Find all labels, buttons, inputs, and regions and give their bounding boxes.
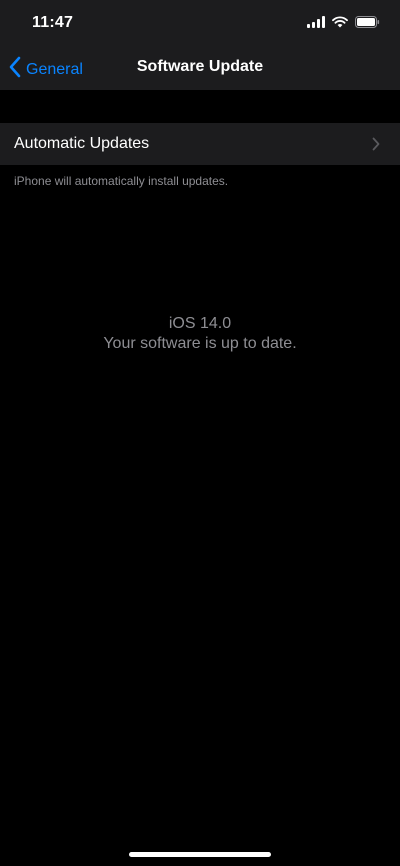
up-to-date-message: Your software is up to date. bbox=[103, 335, 297, 352]
back-button[interactable]: General bbox=[8, 56, 83, 83]
automatic-updates-row[interactable]: Automatic Updates bbox=[0, 123, 400, 165]
status-time: 11:47 bbox=[32, 14, 74, 31]
home-indicator[interactable] bbox=[129, 852, 271, 857]
update-status: iOS 14.0 Your software is up to date. bbox=[0, 314, 400, 354]
automatic-updates-footer: iPhone will automatically install update… bbox=[14, 174, 229, 188]
status-icons bbox=[307, 15, 380, 33]
automatic-updates-label: Automatic Updates bbox=[14, 135, 150, 152]
chevron-left-icon bbox=[8, 56, 22, 83]
navigation-bar: General Software Update bbox=[0, 46, 400, 90]
back-label: General bbox=[26, 60, 83, 78]
chevron-right-icon bbox=[372, 137, 380, 156]
ios-version: iOS 14.0 bbox=[168, 315, 232, 332]
wifi-icon bbox=[332, 15, 348, 33]
status-bar: 11:47 bbox=[0, 0, 400, 46]
cellular-signal-icon bbox=[307, 15, 325, 33]
battery-icon bbox=[355, 15, 380, 33]
